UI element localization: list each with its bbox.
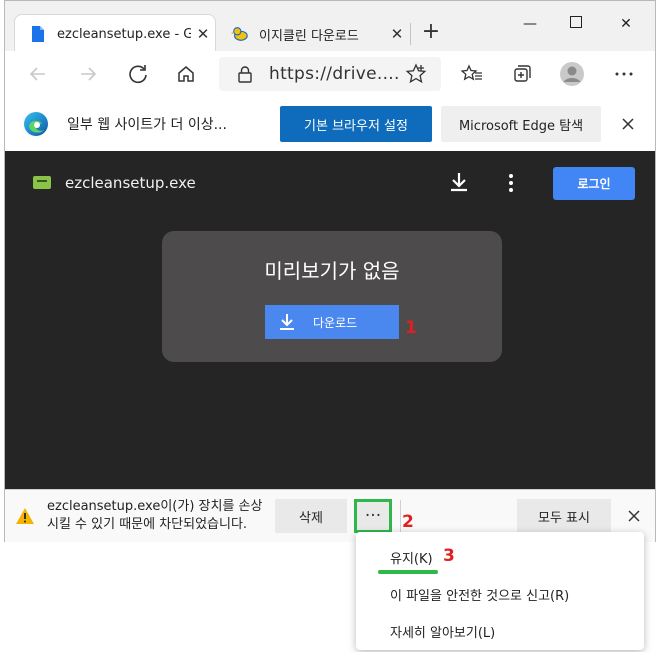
shelf-separator <box>400 500 401 532</box>
no-preview-title: 미리보기가 없음 <box>264 259 400 283</box>
infobar-close-icon[interactable] <box>615 111 641 137</box>
url-text[interactable]: https://drive.... <box>269 64 400 84</box>
favorite-star-icon[interactable] <box>405 63 427 85</box>
download-icon[interactable] <box>445 169 473 197</box>
tab-close-icon[interactable]: ✕ <box>385 25 409 43</box>
browser-window: ezcleansetup.exe - G ✕ 이지클린 다운로드 ✕ + — ✕ <box>4 0 656 542</box>
viewer-filename: ezcleansetup.exe <box>65 174 196 192</box>
document-icon <box>32 26 44 42</box>
rubber-duck-icon <box>231 27 248 41</box>
annotation-number-3: 3 <box>443 546 455 566</box>
tab-separator <box>410 23 411 45</box>
menu-item-keep[interactable]: 유지(K) <box>390 548 433 567</box>
warning-icon <box>16 508 34 524</box>
download-warning-text: ezcleansetup.exe이(가) 장치를 손상 시킬 수 있기 때문에 … <box>47 498 279 534</box>
show-all-downloads-button[interactable]: 모두 표시 <box>517 499 611 533</box>
annotation-number-2: 2 <box>402 512 414 532</box>
download-icon <box>280 314 294 330</box>
download-context-menu: 유지(K) 이 파일을 안전한 것으로 신고(R) 자세히 알아보기(L) <box>356 532 644 650</box>
settings-more-icon[interactable] <box>609 59 639 89</box>
download-button[interactable]: 다운로드 <box>265 305 399 339</box>
tab-title: 이지클린 다운로드 <box>259 28 359 44</box>
highlight-underline <box>378 570 438 574</box>
download-button-label: 다운로드 <box>313 316 358 330</box>
explore-edge-button[interactable]: Microsoft Edge 탐색 <box>441 106 601 142</box>
back-icon[interactable] <box>23 59 53 89</box>
login-button[interactable]: 로그인 <box>553 167 635 200</box>
executable-file-icon <box>33 176 51 189</box>
warning-line: 시킬 수 있기 때문에 차단되었습니다. <box>47 517 248 532</box>
collections-icon[interactable] <box>507 59 537 89</box>
drive-file-viewer: ezcleansetup.exe 로그인 미리보기가 없음 다운로드 1 <box>5 151 655 489</box>
profile-icon[interactable] <box>557 59 587 89</box>
more-options-button[interactable]: ··· <box>354 499 392 533</box>
menu-item-report-safe[interactable]: 이 파일을 안전한 것으로 신고(R) <box>390 585 569 604</box>
tab-active[interactable]: ezcleansetup.exe - G ✕ <box>15 15 215 53</box>
infobar-message: 일부 웹 사이트가 더 이상... <box>67 117 227 133</box>
annotation-number-1: 1 <box>405 318 417 338</box>
set-default-browser-button[interactable]: 기본 브라우저 설정 <box>280 106 432 142</box>
window-close-icon[interactable]: ✕ <box>603 11 649 37</box>
minimize-icon[interactable]: — <box>507 11 553 37</box>
home-icon[interactable] <box>171 59 201 89</box>
forward-icon[interactable] <box>73 59 103 89</box>
tab-inactive[interactable]: 이지클린 다운로드 ✕ <box>217 15 409 53</box>
tab-strip: ezcleansetup.exe - G ✕ 이지클린 다운로드 ✕ + — ✕ <box>5 1 655 53</box>
shelf-close-icon[interactable] <box>621 503 647 529</box>
delete-button[interactable]: 삭제 <box>275 499 347 533</box>
refresh-icon[interactable] <box>123 59 153 89</box>
more-vertical-icon[interactable] <box>501 169 521 197</box>
menu-item-learn-more[interactable]: 자세히 알아보기(L) <box>390 622 495 641</box>
maximize-icon[interactable] <box>553 11 599 37</box>
tab-close-icon[interactable]: ✕ <box>191 25 215 43</box>
default-browser-infobar: 일부 웹 사이트가 더 이상... 기본 브라우저 설정 Microsoft E… <box>5 97 655 152</box>
new-tab-icon[interactable]: + <box>417 17 445 47</box>
warning-line: ezcleansetup.exe이(가) 장치를 손상 <box>47 499 263 514</box>
edge-logo-icon <box>24 112 48 136</box>
navigation-toolbar: https://drive.... <box>5 51 655 98</box>
tab-title: ezcleansetup.exe - G <box>57 26 191 42</box>
no-preview-card: 미리보기가 없음 다운로드 <box>162 231 502 362</box>
address-bar[interactable]: https://drive.... <box>219 57 441 91</box>
lock-icon[interactable] <box>237 65 253 83</box>
favorites-icon[interactable] <box>457 59 487 89</box>
